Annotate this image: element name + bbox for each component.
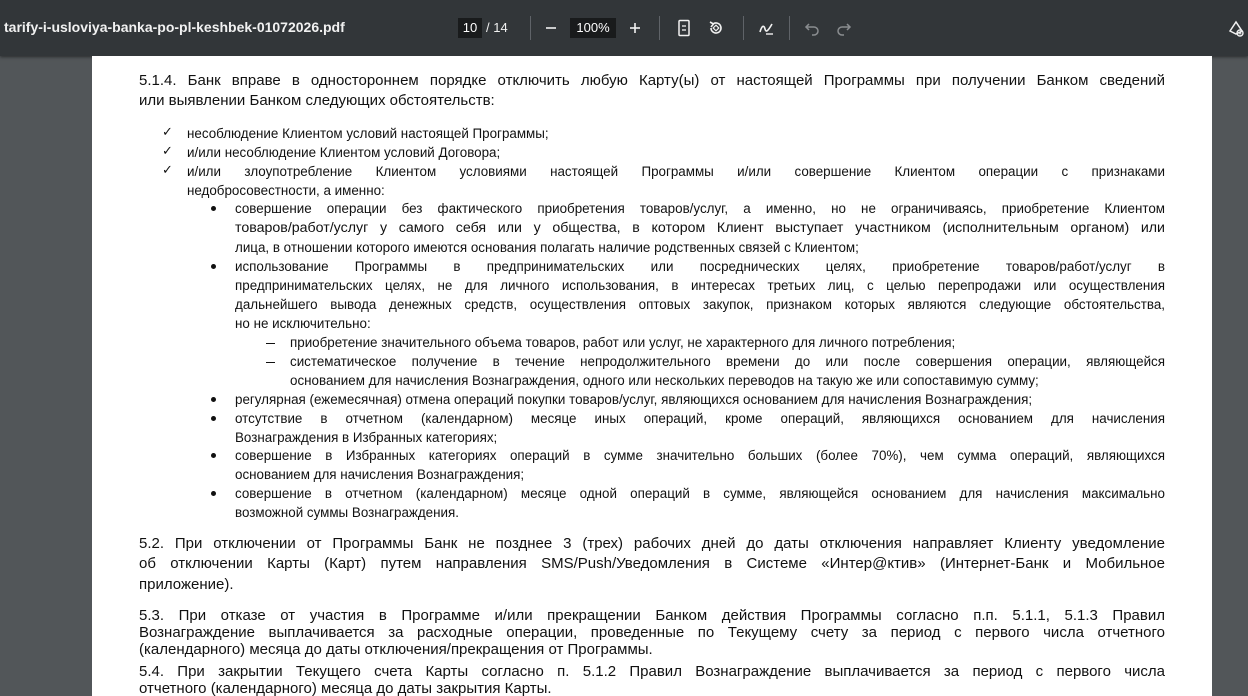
bullet-icon [211, 397, 216, 402]
draw-button[interactable] [752, 14, 780, 42]
check-item-continuation: недобросовестности, а именно: [187, 183, 385, 198]
bullet-item: совершение в отчетном (календарном) меся… [235, 486, 1165, 501]
annotate-icon [1228, 20, 1244, 37]
document-title: tarify-i-usloviya-banka-po-pl-keshbek-01… [4, 19, 345, 35]
check-icon: ✓ [162, 124, 173, 139]
paragraph-5-3-line: Вознаграждение выплачивается за расходны… [139, 624, 1165, 641]
bullet-item: предпринимательских целях, не для личног… [235, 278, 1165, 293]
annotate-button[interactable] [1222, 14, 1248, 42]
redo-button[interactable] [830, 14, 858, 42]
toolbar-divider [743, 16, 744, 40]
fit-page-button[interactable] [670, 14, 698, 42]
paragraph-5-3-line: 5.3. При отказе от участия в Программе и… [139, 607, 1165, 624]
check-item: несоблюдение Клиентом условий настоящей … [187, 126, 549, 141]
bullet-item: но не исключительно: [235, 316, 371, 331]
bullet-item: совершение операции без фактического при… [235, 201, 1165, 216]
bullet-item: отсутствие в отчетном (календарном) меся… [235, 411, 1165, 426]
paragraph-5-1-4-line: 5.1.4. Банк вправе в одностороннем поряд… [139, 72, 1165, 89]
bullet-item: совершение в Избранных категориях операц… [235, 448, 1165, 463]
paragraph-5-2-line: приложение). [139, 576, 234, 593]
bullet-item: Вознаграждения в Избранных категориях; [235, 430, 498, 445]
bullet-icon [211, 264, 216, 269]
rotate-button[interactable] [702, 14, 730, 42]
dash-item: приобретение значительного объема товаро… [290, 335, 956, 350]
bullet-item: регулярная (ежемесячная) отмена операций… [235, 392, 1033, 407]
bullet-item: дальнейшего вывода денежных средств, осу… [235, 297, 1165, 312]
bullet-item: основанием для начисления Вознаграждения… [235, 467, 525, 482]
page-number-input[interactable]: 10 [458, 18, 482, 38]
check-icon: ✓ [162, 162, 173, 177]
paragraph-5-4-line: 5.4. При закрытии Текущего счета Карты с… [139, 663, 1165, 680]
pdf-page: 5.1.4. Банк вправе в одностороннем поряд… [92, 56, 1212, 696]
paragraph-5-1-4-line: или выявлении Банком следующих обстоятел… [139, 92, 495, 109]
check-item: и/или несоблюдение Клиентом условий Дого… [187, 145, 501, 160]
bullet-item: возможной суммы Вознаграждения. [235, 505, 459, 520]
zoom-input[interactable]: 100% [570, 18, 616, 38]
pdf-toolbar: tarify-i-usloviya-banka-po-pl-keshbek-01… [0, 0, 1248, 56]
bullet-icon [211, 491, 216, 496]
paragraph-5-2-line: об отключении Карты (Карт) путем направл… [139, 555, 1165, 572]
plus-icon [630, 23, 640, 33]
bullet-item: лица, в отношении которого имеются основ… [235, 240, 859, 255]
minus-icon [546, 27, 556, 29]
bullet-icon [211, 206, 216, 211]
paragraph-5-4-line: отчетного (календарного) месяца до даты … [139, 680, 552, 696]
bullet-icon [211, 453, 216, 458]
dash-item: основанием для начисления Вознаграждения… [290, 373, 1039, 388]
undo-button[interactable] [798, 14, 826, 42]
paragraph-5-3-line: (календарного) месяца до даты отключения… [139, 641, 653, 658]
fit-page-icon [678, 19, 690, 37]
zoom-in-button[interactable] [621, 14, 649, 42]
toolbar-divider [659, 16, 660, 40]
dash-icon [266, 343, 275, 344]
dash-item: систематическое получение в течение непр… [290, 354, 1165, 369]
dash-icon [266, 362, 275, 363]
paragraph-5-2-line: 5.2. При отключении от Программы Банк не… [139, 535, 1165, 552]
redo-icon [837, 23, 852, 36]
toolbar-divider [789, 16, 790, 40]
zoom-out-button[interactable] [537, 14, 565, 42]
page-count: / 14 [486, 20, 508, 35]
bullet-icon [211, 416, 216, 421]
bullet-item: товаров/работ/услуг у самого себя или у … [235, 220, 1165, 236]
check-icon: ✓ [162, 143, 173, 158]
draw-icon [759, 23, 773, 35]
check-item: и/или злоупотребление Клиентом условиями… [187, 164, 1165, 179]
rotate-icon [709, 21, 722, 34]
undo-icon [804, 23, 819, 36]
toolbar-divider [530, 16, 531, 40]
bullet-item: использование Программы в предпринимател… [235, 259, 1165, 274]
